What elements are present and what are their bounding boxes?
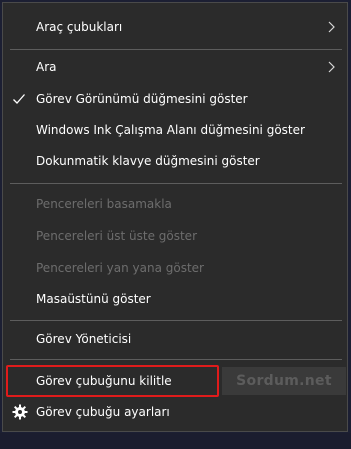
menu-item-show-ink-workspace[interactable]: Windows Ink Çalışma Alanı düğmesini göst… bbox=[3, 115, 347, 145]
menu-item-label: Dokunmatik klavye düğmesini göster bbox=[36, 154, 260, 168]
menu-item-show-desktop[interactable]: Masaüstünü göster bbox=[3, 284, 347, 314]
chevron-right-icon bbox=[328, 61, 335, 73]
menu-item-label: Araç çubukları bbox=[36, 20, 123, 34]
checkmark-icon bbox=[13, 94, 25, 104]
menu-separator bbox=[10, 359, 342, 360]
menu-separator bbox=[10, 320, 342, 321]
menu-item-label: Windows Ink Çalışma Alanı düğmesini göst… bbox=[36, 123, 305, 137]
gear-icon bbox=[12, 404, 28, 420]
watermark-logo: Sordum.net bbox=[222, 367, 346, 395]
menu-item-task-manager[interactable]: Görev Yöneticisi bbox=[3, 324, 347, 354]
menu-item-label: Görev Görünümü düğmesini göster bbox=[36, 92, 248, 106]
menu-item-stack-windows: Pencereleri üst üste göster bbox=[3, 221, 347, 251]
menu-item-show-task-view[interactable]: Görev Görünümü düğmesini göster bbox=[3, 84, 347, 114]
menu-separator bbox=[10, 183, 342, 184]
chevron-right-icon bbox=[328, 21, 335, 33]
taskbar-context-menu: Araç çubukları Ara Görev Görünümü düğmes… bbox=[2, 2, 348, 432]
menu-separator bbox=[10, 49, 342, 50]
menu-item-label: Pencereleri basamakla bbox=[36, 197, 172, 211]
menu-item-label: Görev Yöneticisi bbox=[36, 332, 132, 346]
red-highlight-annotation bbox=[6, 365, 219, 397]
menu-item-label: Görev çubuğu ayarları bbox=[36, 405, 170, 419]
menu-item-label: Pencereleri üst üste göster bbox=[36, 229, 197, 243]
menu-item-label: Pencereleri yan yana göster bbox=[36, 261, 204, 275]
menu-item-label: Masaüstünü göster bbox=[36, 292, 151, 306]
screen-background: Araç çubukları Ara Görev Görünümü düğmes… bbox=[0, 0, 351, 449]
menu-item-taskbar-settings[interactable]: Görev çubuğu ayarları bbox=[3, 397, 347, 427]
menu-item-show-touch-keyboard[interactable]: Dokunmatik klavye düğmesini göster bbox=[3, 146, 347, 176]
menu-item-side-by-side: Pencereleri yan yana göster bbox=[3, 253, 347, 283]
menu-item-cascade-windows: Pencereleri basamakla bbox=[3, 189, 347, 219]
menu-item-search[interactable]: Ara bbox=[3, 52, 347, 82]
menu-item-label: Ara bbox=[36, 60, 57, 74]
taskbar-strip[interactable] bbox=[0, 433, 351, 449]
menu-item-toolbars[interactable]: Araç çubukları bbox=[3, 12, 347, 42]
